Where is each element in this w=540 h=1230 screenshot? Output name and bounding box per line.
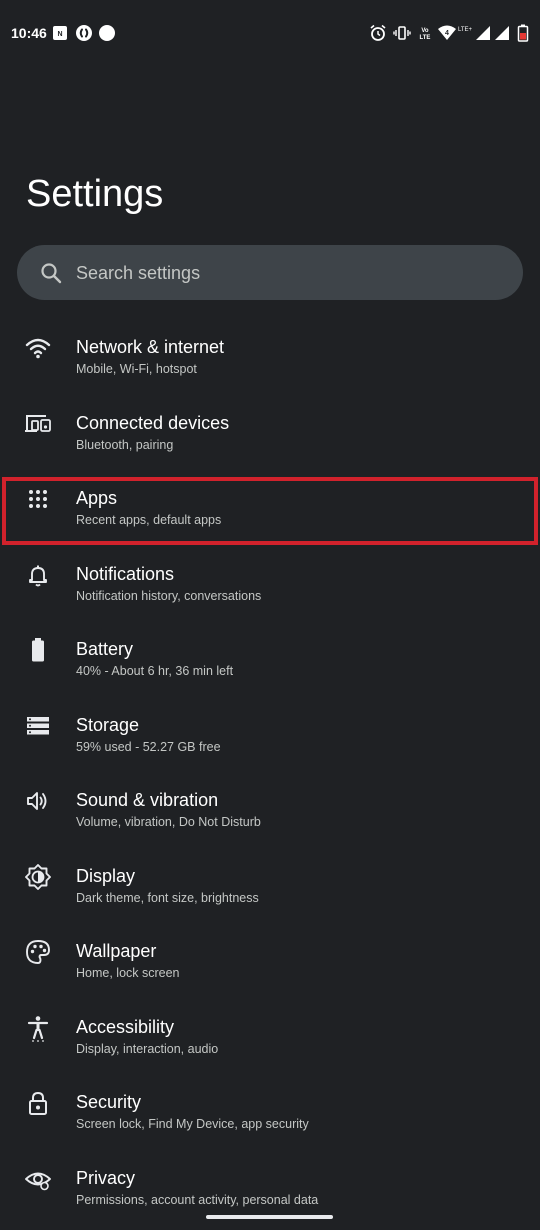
item-subtitle: Home, lock screen (76, 966, 180, 980)
connected-devices-icon (25, 414, 51, 432)
battery-icon (32, 638, 44, 662)
item-title: Sound & vibration (76, 790, 219, 810)
item-title: Accessibility (76, 1016, 175, 1037)
item-subtitle: Screen lock, Find My Device, app securit… (76, 1117, 309, 1131)
status-time: 10:46 (11, 25, 47, 41)
vibrate-icon (393, 26, 411, 40)
signal-icon (495, 26, 509, 40)
svg-text:N: N (57, 31, 62, 38)
item-title: Security (76, 1092, 142, 1112)
svg-text:4: 4 (445, 30, 449, 37)
settings-item-sound[interactable]: Sound & vibration Volume, vibration, Do … (0, 763, 540, 839)
storage-icon (27, 716, 49, 734)
shazam-icon (76, 25, 92, 41)
settings-item-accessibility[interactable]: Accessibility Display, interaction, audi… (0, 990, 540, 1066)
accessibility-icon (27, 1015, 49, 1042)
item-title: Display (76, 865, 136, 886)
search-bar[interactable]: Search settings (17, 245, 523, 300)
item-subtitle: Display, interaction, audio (76, 1041, 219, 1056)
item-subtitle: Bluetooth, pairing (76, 437, 174, 452)
wifi-icon: 4 (438, 25, 456, 40)
search-placeholder: Search settings (76, 263, 201, 283)
alarm-icon (370, 24, 386, 41)
settings-item-apps[interactable]: Apps Recent apps, default apps (0, 461, 540, 537)
item-subtitle: 40% - About 6 hr, 36 min left (76, 664, 234, 678)
settings-list: Network & internet Mobile, Wi-Fi, hotspo… (0, 310, 540, 1216)
svg-text:Vo: Vo (421, 28, 429, 34)
dot-icon (99, 25, 115, 41)
apps-grid-icon (29, 490, 47, 508)
item-subtitle: Notification history, conversations (76, 588, 262, 603)
signal-icon: LTE+ (458, 26, 490, 40)
item-subtitle: Permissions, account activity, personal … (76, 1192, 319, 1207)
item-title: Wallpaper (76, 941, 157, 961)
status-bar: 10:46 N Vo LTE 4 LTE+ (0, 0, 540, 66)
bell-icon (29, 565, 47, 586)
lock-icon (29, 1091, 47, 1115)
item-title: Network & internet (76, 337, 225, 357)
settings-item-network[interactable]: Network & internet Mobile, Wi-Fi, hotspo… (0, 310, 540, 386)
item-title: Notifications (76, 563, 175, 584)
item-subtitle: Dark theme, font size, brightness (76, 890, 259, 905)
settings-item-privacy[interactable]: Privacy Permissions, account activity, p… (0, 1141, 540, 1217)
svg-text:LTE+: LTE+ (458, 27, 473, 33)
settings-item-security[interactable]: Security Screen lock, Find My Device, ap… (0, 1065, 540, 1141)
nw-badge-icon: N (53, 26, 67, 40)
display-brightness-icon (25, 863, 51, 890)
item-subtitle: Volume, vibration, Do Not Disturb (76, 815, 261, 829)
wifi-icon (25, 338, 51, 359)
item-title: Battery (76, 639, 134, 659)
battery-low-icon (517, 24, 529, 42)
settings-item-wallpaper[interactable]: Wallpaper Home, lock screen (0, 914, 540, 990)
item-subtitle: Mobile, Wi-Fi, hotspot (76, 362, 197, 376)
svg-text:LTE: LTE (420, 35, 431, 41)
page-title: Settings (26, 173, 164, 215)
eye-icon (25, 1172, 51, 1190)
volume-icon (27, 792, 47, 810)
settings-item-display[interactable]: Display Dark theme, font size, brightnes… (0, 839, 540, 915)
palette-icon (26, 940, 50, 964)
home-gesture-bar[interactable] (206, 1215, 333, 1219)
item-title: Storage (76, 714, 140, 735)
volte-icon: Vo LTE (420, 28, 431, 41)
item-title: Privacy (76, 1167, 136, 1188)
item-subtitle: Recent apps, default apps (76, 513, 222, 527)
search-icon (41, 263, 62, 284)
item-title: Connected devices (76, 412, 230, 433)
settings-item-storage[interactable]: Storage 59% used - 52.27 GB free (0, 688, 540, 764)
item-title: Apps (76, 488, 118, 508)
settings-item-connected-devices[interactable]: Connected devices Bluetooth, pairing (0, 386, 540, 462)
settings-item-battery[interactable]: Battery 40% - About 6 hr, 36 min left (0, 612, 540, 688)
settings-item-notifications[interactable]: Notifications Notification history, conv… (0, 537, 540, 613)
item-subtitle: 59% used - 52.27 GB free (76, 739, 221, 754)
